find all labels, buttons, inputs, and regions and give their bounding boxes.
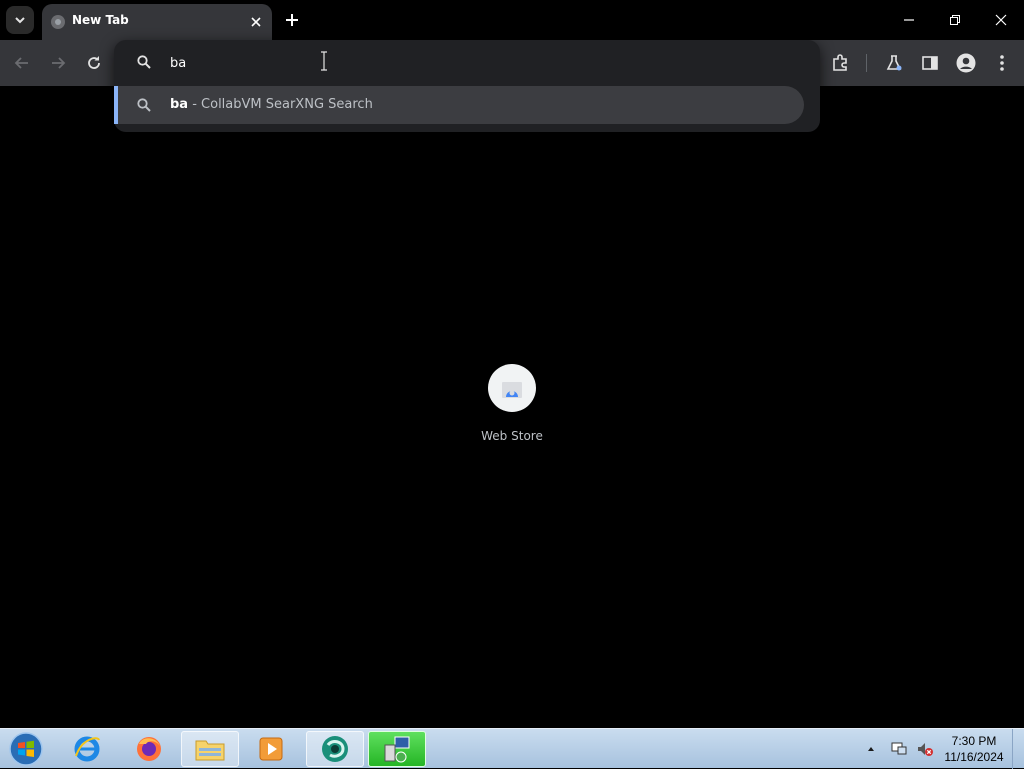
omnibox[interactable] [114,40,820,84]
omnibox-popup: ba - CollabVM SearXNG Search [114,40,820,132]
omnibox-suggestion[interactable]: ba - CollabVM SearXNG Search [114,86,804,124]
taskbar-network-app[interactable] [368,731,426,767]
tab-title: New Tab [72,13,129,27]
arrow-right-icon [52,57,66,69]
tab-search-button[interactable] [6,6,34,34]
text-cursor-icon [321,51,327,71]
network-icon[interactable] [890,740,908,758]
flask-icon [886,55,902,71]
reload-button[interactable] [82,51,106,75]
tab-strip: New Tab [0,0,1024,40]
side-panel-button[interactable] [918,51,942,75]
internet-explorer-icon [74,736,100,762]
folder-icon [195,740,225,761]
firefox-icon [137,737,161,761]
network-computer-icon [384,736,410,763]
show-desktop-button[interactable] [1012,729,1024,769]
plus-icon [286,14,298,26]
volume-muted-icon[interactable] [916,740,934,758]
shortcut-tile [488,364,536,412]
menu-button[interactable] [990,51,1014,75]
minimize-icon [904,19,914,21]
start-button[interactable] [6,730,46,768]
media-player-icon [259,737,283,761]
search-icon [137,55,151,69]
arrow-left-icon [14,57,28,69]
forward-button[interactable] [46,51,70,75]
tab-close-button[interactable] [246,12,266,32]
chevron-down-icon [15,17,25,24]
more-vert-icon [1000,55,1004,71]
taskbar-firefox[interactable] [120,731,178,767]
close-icon [995,14,1007,26]
back-button[interactable] [10,51,34,75]
selection-indicator [114,86,118,124]
windows-start-icon [9,732,43,766]
suggestion-suffix: - CollabVM SearXNG Search [188,97,373,112]
taskbar-clock[interactable]: 7:30 PM 11/16/2024 [938,733,1010,765]
avatar-icon [956,53,976,73]
labs-button[interactable] [882,51,906,75]
browser-app-icon [322,736,348,762]
minimize-button[interactable] [886,0,932,40]
tab-new-tab[interactable]: New Tab [42,4,272,40]
suggestion-text: ba - CollabVM SearXNG Search [170,97,373,112]
chevron-up-icon[interactable] [866,744,876,754]
taskbar-file-explorer[interactable] [181,731,239,767]
reload-icon [88,56,100,69]
omnibox-input[interactable] [170,53,770,73]
taskbar-browser-app[interactable] [306,731,364,767]
taskbar: 7:30 PM 11/16/2024 [0,728,1024,769]
clock-date: 11/16/2024 [944,750,1004,764]
puzzle-icon [833,54,847,71]
shortcut-web-store[interactable]: Web Store [472,362,552,452]
toolbar-divider [866,54,867,72]
clock-time: 7:30 PM [951,734,997,748]
taskbar-internet-explorer[interactable] [58,731,116,767]
close-window-button[interactable] [978,0,1024,40]
close-icon [251,17,261,27]
web-store-icon [502,382,522,398]
search-icon [137,98,151,112]
globe-icon [51,15,65,29]
side-panel-icon [922,56,938,70]
taskbar-media-player[interactable] [242,731,300,767]
shortcut-label: Web Store [481,429,543,443]
restore-icon [950,15,960,25]
system-tray [866,737,934,761]
suggestion-query: ba [170,97,189,112]
profile-button[interactable] [954,51,978,75]
extensions-button[interactable] [828,51,852,75]
restore-button[interactable] [932,0,978,40]
new-tab-button[interactable] [280,8,304,32]
